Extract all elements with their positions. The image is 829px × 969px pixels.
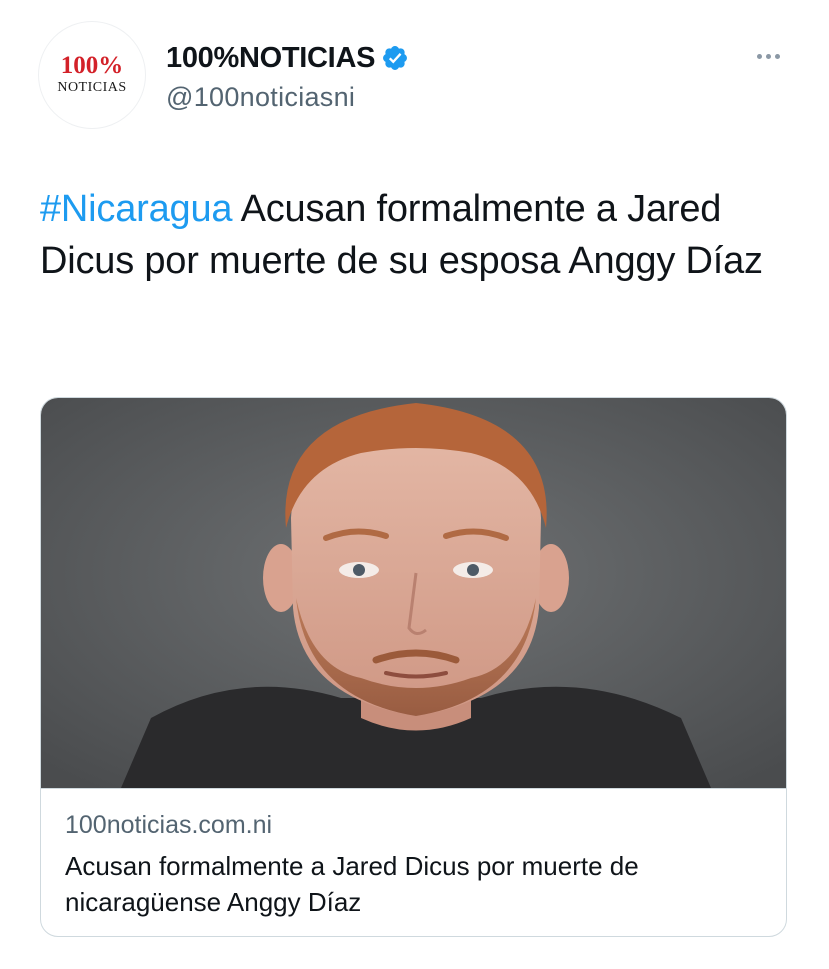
tweet-text: #Nicaragua Acusan formalmente a Jared Di… <box>40 183 800 287</box>
avatar[interactable]: 100% NOTICIAS <box>38 21 146 129</box>
tweet: 100% NOTICIAS 100%NOTICIAS @100noticiasn… <box>0 0 829 969</box>
display-name[interactable]: 100%NOTICIAS <box>166 42 375 75</box>
card-domain[interactable]: 100noticias.com.ni <box>65 811 272 840</box>
dot <box>765 53 771 59</box>
author-name-row[interactable]: 100%NOTICIAS <box>166 40 409 76</box>
card-divider <box>41 788 786 789</box>
more-options-icon[interactable] <box>750 42 786 70</box>
dot <box>774 53 780 59</box>
link-card[interactable]: 100noticias.com.ni Acusan formalmente a … <box>40 397 787 937</box>
card-image[interactable] <box>41 398 787 788</box>
avatar-logo-number: 100% <box>60 52 124 79</box>
avatar-logo-word: NOTICIAS <box>57 80 127 95</box>
user-handle[interactable]: @100noticiasni <box>166 82 355 113</box>
card-title[interactable]: Acusan formalmente a Jared Dicus por mue… <box>65 848 755 920</box>
dot <box>756 53 762 59</box>
verified-badge-icon <box>383 46 408 70</box>
hashtag-link[interactable]: #Nicaragua <box>40 188 233 230</box>
